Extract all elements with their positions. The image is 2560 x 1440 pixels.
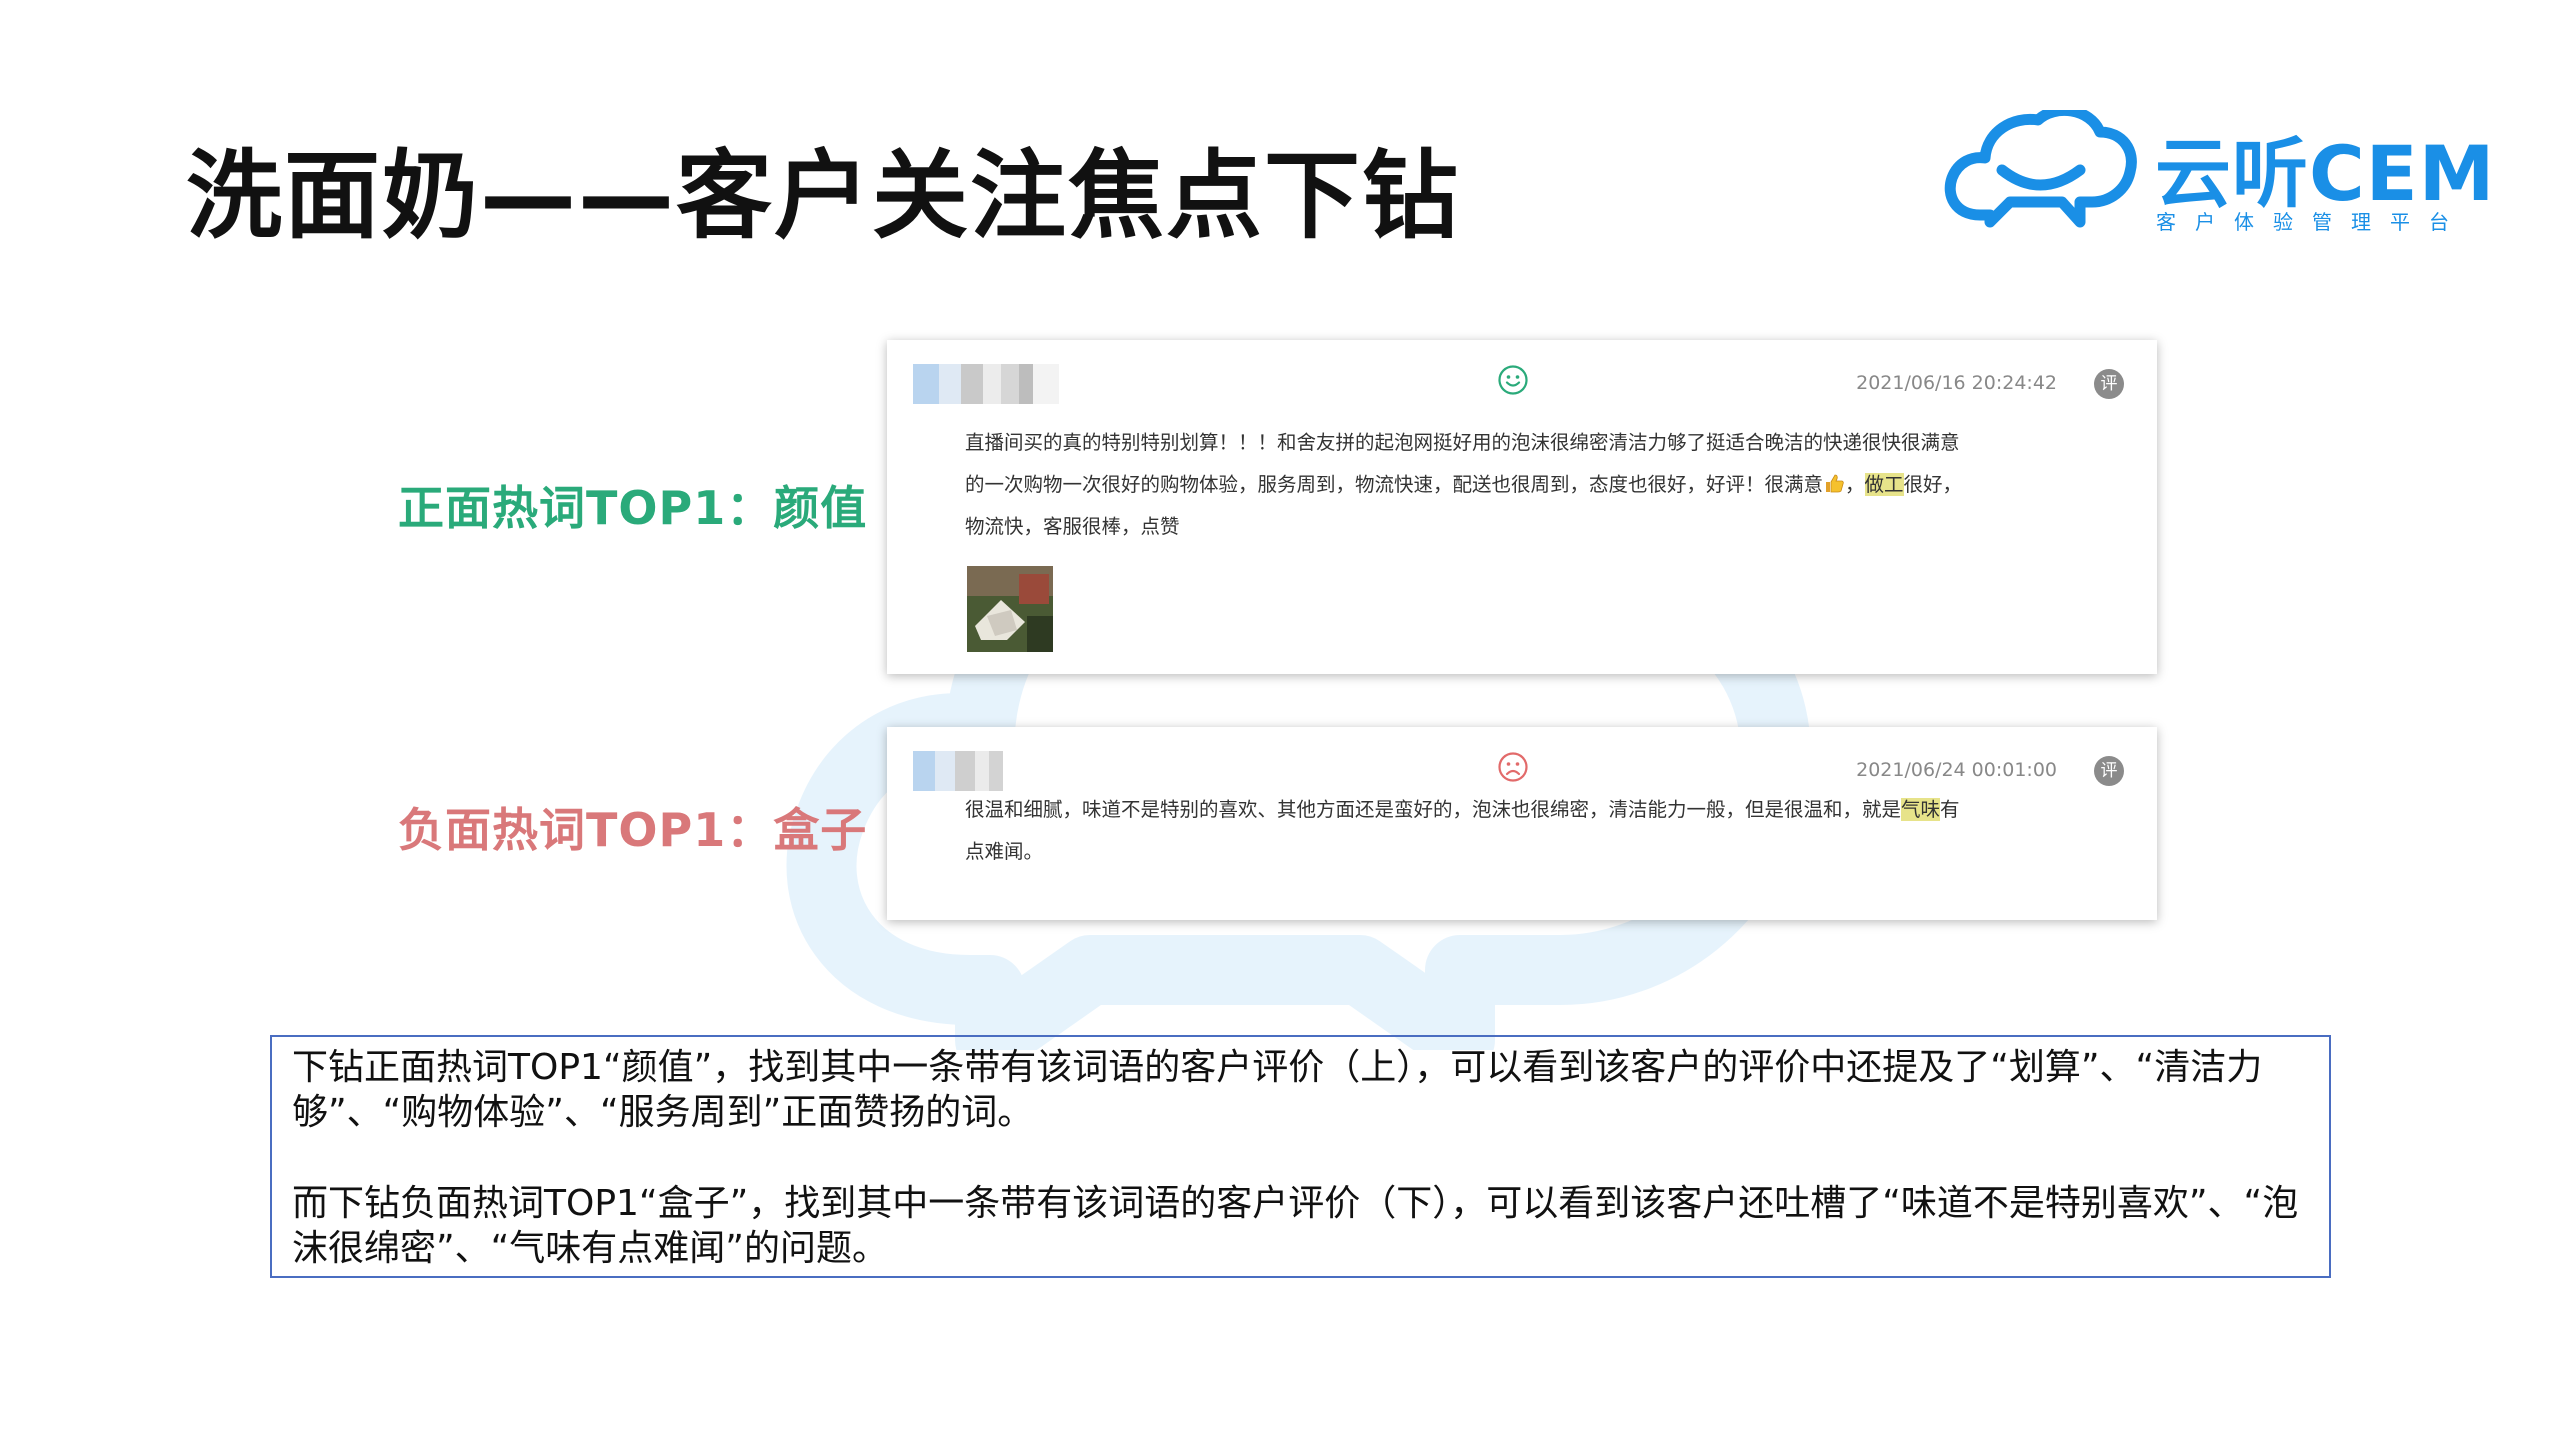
blurred-avatar: [913, 364, 1059, 404]
review-card-negative: 2021/06/24 00:01:00 评 很温和细腻，味道不是特别的喜欢、其他…: [887, 727, 2157, 920]
review-text: 很温和细腻，味道不是特别的喜欢、其他方面还是蛮好的，泡沫也很绵密，清洁能力一般，…: [965, 789, 1965, 873]
sad-face-icon: [1498, 752, 1528, 782]
blurred-avatar: [913, 751, 1003, 791]
logo-subtitle: 客户体验管理平台: [2156, 210, 2468, 234]
thumbs-up-icon: [1826, 474, 1844, 493]
highlighted-keyword: 气味: [1901, 798, 1941, 821]
review-text: 直播间买的真的特别特别划算！！！和舍友拼的起泡网挺好用的泡沫很绵密清洁力够了挺适…: [965, 422, 1965, 548]
review-photo-image: [967, 566, 1053, 652]
review-text-before: 直播间买的真的特别特别划算！！！和舍友拼的起泡网挺好用的泡沫很绵密清洁力够了挺适…: [965, 431, 1960, 496]
summary-paragraph-negative: 而下钻负面热词TOP1“盒子”，找到其中一条带有该词语的客户评价（下），可以看到…: [292, 1183, 2299, 1269]
review-text-mid: ，: [1845, 473, 1865, 496]
brand-logo: 云听CEM 客户体验管理平台: [1940, 110, 2494, 240]
highlighted-keyword: 做工: [1864, 473, 1904, 496]
review-timestamp: 2021/06/24 00:01:00: [1856, 759, 2057, 781]
review-photo[interactable]: [967, 566, 1053, 652]
summary-box: 下钻正面热词TOP1“颜值”，找到其中一条带有该词语的客户评价（上），可以看到该…: [270, 1035, 2331, 1278]
review-card-positive: 2021/06/16 20:24:42 评 直播间买的真的特别特别划算！！！和舍…: [887, 340, 2157, 674]
positive-hot-word-label: 正面热词TOP1：颜值: [398, 481, 868, 535]
review-text-before: 很温和细腻，味道不是特别的喜欢、其他方面还是蛮好的，泡沫也很绵密，清洁能力一般，…: [965, 798, 1902, 821]
negative-hot-word-label: 负面热词TOP1：盒子: [398, 803, 868, 857]
cloud-logo-icon: [1944, 110, 2137, 228]
summary-paragraph-positive: 下钻正面热词TOP1“颜值”，找到其中一条带有该词语的客户评价（上），可以看到该…: [292, 1047, 2263, 1133]
review-badge[interactable]: 评: [2094, 369, 2124, 399]
smile-face-icon: [1498, 365, 1528, 395]
review-timestamp: 2021/06/16 20:24:42: [1856, 372, 2057, 394]
page-title: 洗面奶——客户关注焦点下钻: [186, 140, 1460, 252]
review-badge[interactable]: 评: [2094, 756, 2124, 786]
